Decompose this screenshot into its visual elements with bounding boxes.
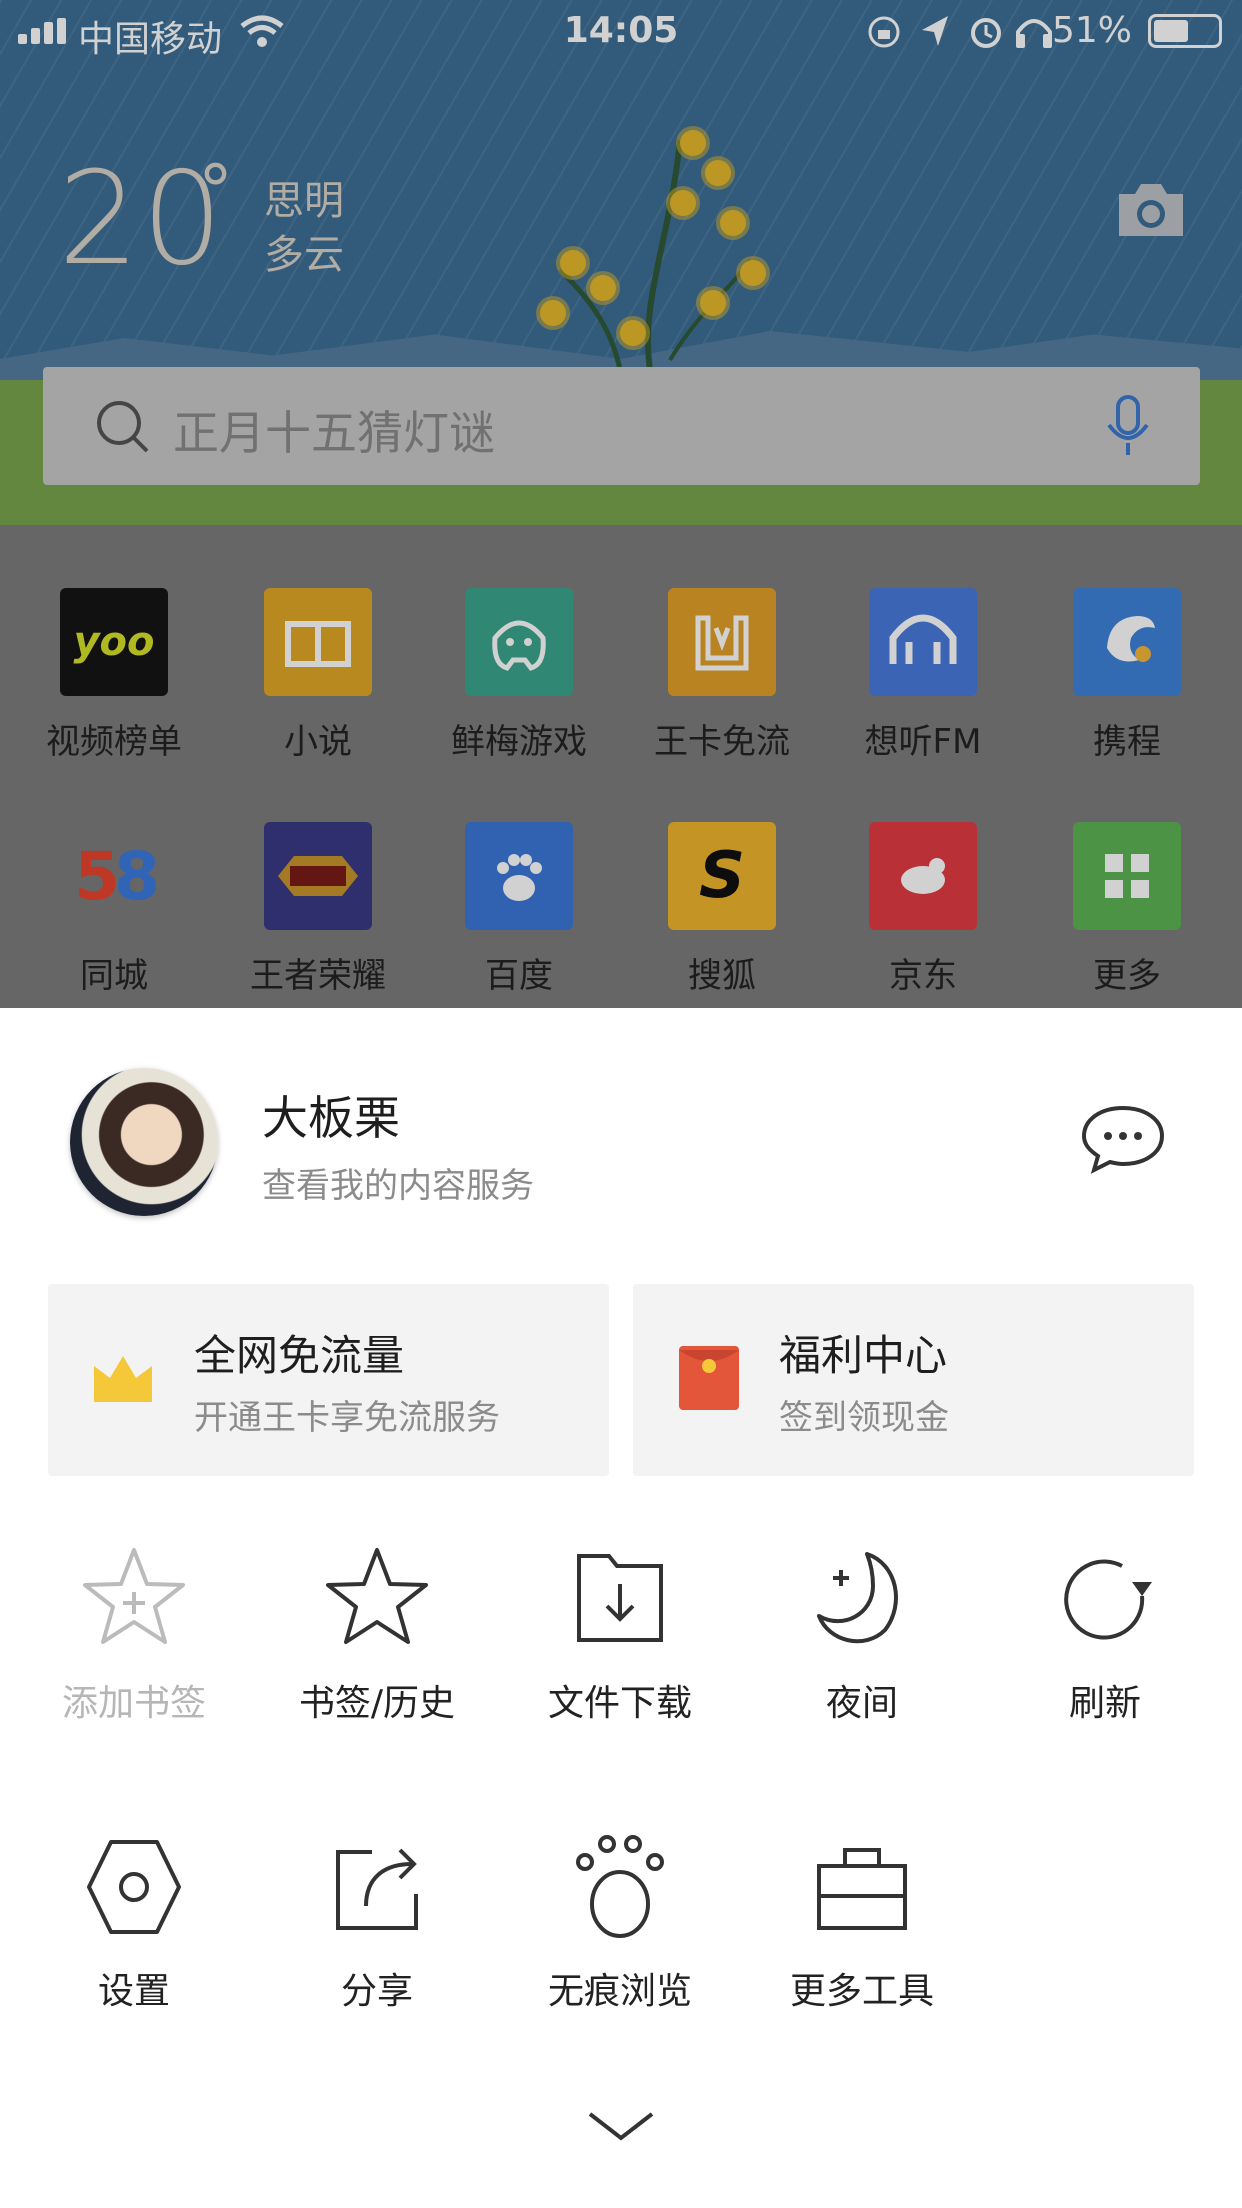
refresh-button[interactable]: 刷新	[995, 1544, 1215, 1726]
incognito-button[interactable]: 无痕浏览	[510, 1832, 730, 2014]
message-icon[interactable]	[1080, 1104, 1166, 1174]
card-subtitle: 开通王卡享免流服务	[194, 1398, 500, 1438]
tool-label: 更多工具	[789, 1971, 934, 2012]
tool-label: 添加书签	[61, 1683, 206, 1724]
share-button[interactable]: 分享	[267, 1832, 487, 2014]
night-mode-button[interactable]: 夜间	[752, 1544, 972, 1726]
tool-label: 书签/历史	[298, 1683, 456, 1724]
tool-label: 无痕浏览	[547, 1971, 692, 2012]
avatar[interactable]	[70, 1068, 218, 1216]
downloads-button[interactable]: 文件下载	[510, 1544, 730, 1726]
red-packet-icon	[679, 1346, 739, 1410]
dim-overlay[interactable]	[0, 0, 1242, 1008]
add-bookmark-button[interactable]: 添加书签	[24, 1544, 244, 1726]
share-icon	[336, 1848, 418, 1930]
tool-label: 文件下载	[547, 1683, 692, 1724]
user-subtitle[interactable]: 查看我的内容服务	[262, 1158, 534, 1207]
chevron-down-icon[interactable]	[586, 2108, 656, 2144]
star-icon	[326, 1548, 428, 1644]
tool-label: 分享	[340, 1971, 413, 2012]
crown-icon	[94, 1356, 152, 1402]
welfare-center-card[interactable]: 福利中心 签到领现金	[633, 1284, 1194, 1476]
settings-icon	[87, 1840, 181, 1934]
download-folder-icon	[577, 1554, 663, 1642]
bookmarks-history-button[interactable]: 书签/历史	[267, 1544, 487, 1726]
tool-label: 夜间	[825, 1683, 898, 1724]
free-traffic-card[interactable]: 全网免流量 开通王卡享免流服务	[48, 1284, 609, 1476]
moon-icon	[817, 1552, 898, 1644]
refresh-icon	[1064, 1559, 1152, 1640]
toolbox-icon	[817, 1848, 907, 1930]
card-title: 福利中心	[779, 1331, 948, 1380]
more-tools-button[interactable]: 更多工具	[752, 1832, 972, 2014]
tool-label: 刷新	[1068, 1683, 1141, 1724]
add-bookmark-icon	[83, 1548, 185, 1644]
card-title: 全网免流量	[194, 1331, 405, 1380]
card-subtitle: 签到领现金	[779, 1398, 949, 1438]
tool-label: 设置	[97, 1971, 170, 2012]
user-name[interactable]: 大板栗	[262, 1082, 400, 1148]
paw-print-icon	[576, 1835, 664, 1938]
settings-button[interactable]: 设置	[24, 1832, 244, 2014]
